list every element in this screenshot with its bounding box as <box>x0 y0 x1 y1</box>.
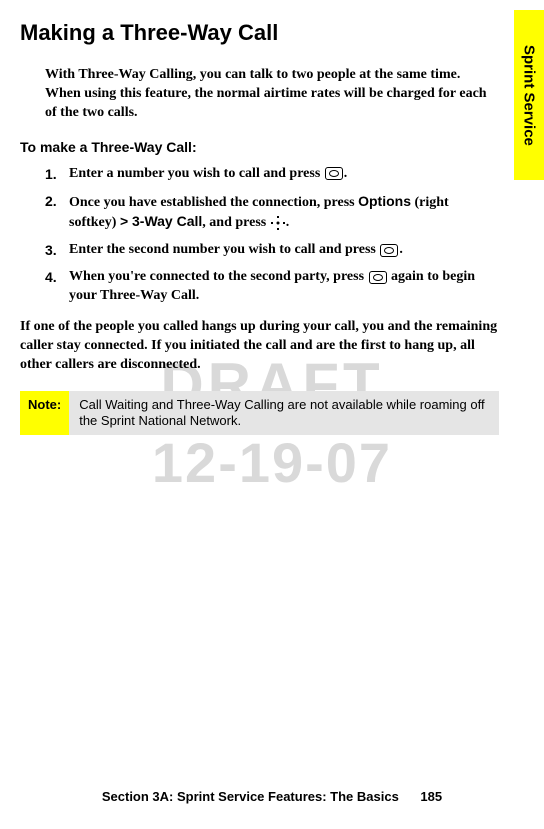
three-way-call-label: > 3-Way Call <box>120 213 202 229</box>
page-content: Making a Three-Way Call With Three-Way C… <box>0 0 544 435</box>
closing-paragraph: If one of the people you called hangs up… <box>20 318 499 375</box>
step-text: Enter the second number you wish to call… <box>69 241 499 260</box>
note-text: Call Waiting and Three-Way Calling are n… <box>69 391 499 436</box>
options-label: Options <box>358 193 411 209</box>
step-number: 3. <box>45 241 69 260</box>
step-1: 1. Enter a number you wish to call and p… <box>45 165 499 184</box>
note-box: Note: Call Waiting and Three-Way Calling… <box>20 391 499 436</box>
step-text: Once you have established the connection… <box>69 192 499 234</box>
talk-key-icon <box>369 271 387 284</box>
step-3: 3. Enter the second number you wish to c… <box>45 241 499 260</box>
footer-section: Section 3A: Sprint Service Features: The… <box>102 789 399 804</box>
step-number: 2. <box>45 192 69 234</box>
step-number: 4. <box>45 268 69 306</box>
talk-key-icon <box>380 244 398 257</box>
steps-list: 1. Enter a number you wish to call and p… <box>45 165 499 306</box>
page-title: Making a Three-Way Call <box>20 20 499 46</box>
watermark-date: 12-19-07 <box>152 430 392 495</box>
page-number: 185 <box>420 789 442 804</box>
step-4: 4. When you're connected to the second p… <box>45 268 499 306</box>
intro-paragraph: With Three-Way Calling, you can talk to … <box>45 66 499 123</box>
step-text: Enter a number you wish to call and pres… <box>69 165 499 184</box>
step-text: When you're connected to the second part… <box>69 268 499 306</box>
talk-key-icon <box>325 167 343 180</box>
step-2: 2. Once you have established the connect… <box>45 192 499 234</box>
subheading: To make a Three-Way Call: <box>20 139 499 155</box>
page-footer: Section 3A: Sprint Service Features: The… <box>0 789 544 804</box>
note-label: Note: <box>20 391 69 436</box>
step-number: 1. <box>45 165 69 184</box>
nav-key-icon <box>272 217 284 229</box>
